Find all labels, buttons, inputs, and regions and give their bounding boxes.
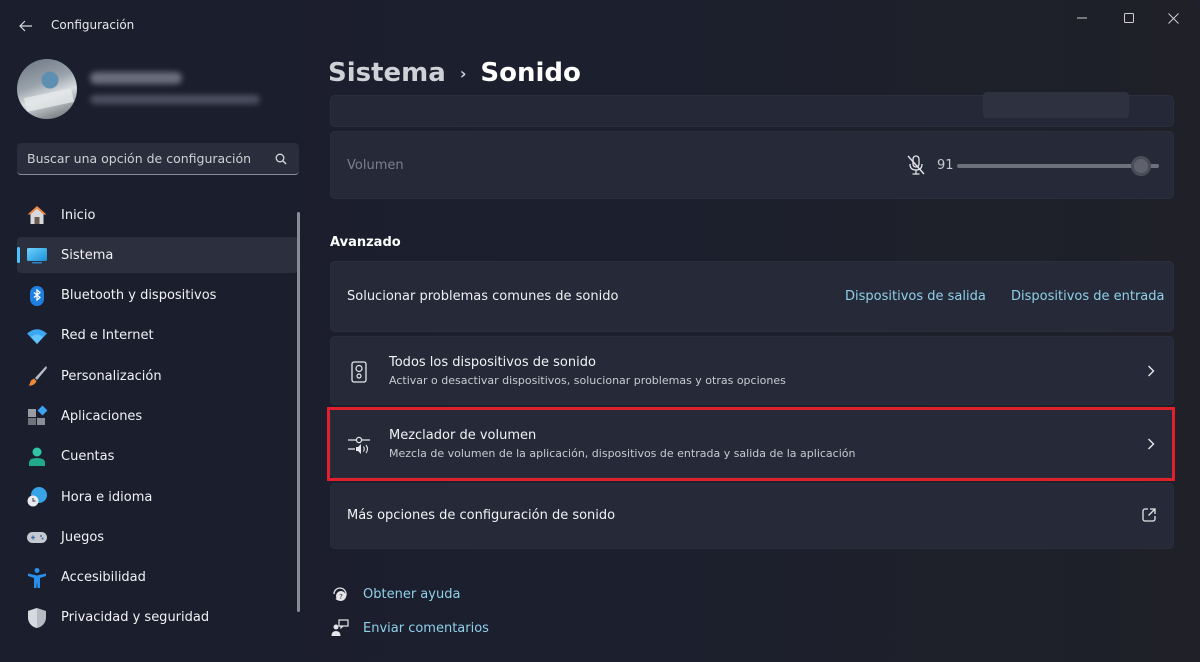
sidebar-item-label: Accesibilidad xyxy=(61,570,146,586)
display-icon xyxy=(25,243,49,267)
sidebar-item-cuentas[interactable]: Cuentas xyxy=(17,439,298,475)
troubleshoot-card: Solucionar problemas comunes de sonido D… xyxy=(330,261,1174,332)
volume-value: 91 xyxy=(937,158,954,173)
input-devices-link[interactable]: Dispositivos de entrada xyxy=(1011,289,1165,304)
sidebar-item-red[interactable]: Red e Internet xyxy=(17,318,298,354)
row-title: Mezclador de volumen xyxy=(389,428,537,443)
speaker-icon xyxy=(345,358,373,386)
sidebar-item-privacidad[interactable]: Privacidad y seguridad xyxy=(17,600,298,636)
mic-muted-icon[interactable] xyxy=(905,154,927,176)
help-icon: ? xyxy=(330,584,350,604)
output-device-card-clipped xyxy=(330,92,1174,127)
more-sound-settings-row[interactable]: Más opciones de configuración de sonido xyxy=(330,483,1174,549)
sidebar-item-label: Privacidad y seguridad xyxy=(61,610,210,626)
row-title: Todos los dispositivos de sonido xyxy=(389,355,596,370)
account-icon xyxy=(25,445,49,469)
row-subtitle: Mezcla de volumen de la aplicación, disp… xyxy=(389,447,856,460)
sidebar-item-label: Inicio xyxy=(61,207,96,223)
profile-email: mauro.unos.dd@hotmail.com xyxy=(90,95,260,104)
arrow-left-icon xyxy=(19,20,32,32)
minimize-button[interactable] xyxy=(1062,4,1102,32)
send-feedback-label[interactable]: Enviar comentarios xyxy=(363,621,489,636)
app-title: Configuración xyxy=(51,18,135,32)
sidebar-item-inicio[interactable]: Inicio xyxy=(17,197,298,233)
volume-card: Volumen 91 xyxy=(330,131,1174,199)
sidebar-item-hora[interactable]: Hora e idioma xyxy=(17,479,298,515)
more-sound-settings-label: Más opciones de configuración de sonido xyxy=(347,508,616,523)
breadcrumb-separator: › xyxy=(459,63,467,83)
sidebar-scrollbar[interactable] xyxy=(297,212,300,612)
search-icon[interactable] xyxy=(273,151,289,167)
time-language-icon xyxy=(25,485,49,509)
breadcrumb: Sistema › Sonido xyxy=(328,58,581,88)
volume-slider[interactable] xyxy=(957,156,1159,176)
maximize-icon xyxy=(1124,13,1134,23)
sidebar-item-label: Personalización xyxy=(61,368,162,384)
svg-text:?: ? xyxy=(339,593,343,601)
row-subtitle: Activar o desactivar dispositivos, soluc… xyxy=(389,374,786,387)
sidebar-item-label: Bluetooth y dispositivos xyxy=(61,288,217,304)
section-title-advanced: Avanzado xyxy=(330,235,401,250)
page-title: Sonido xyxy=(480,58,581,88)
search-input[interactable] xyxy=(27,151,273,166)
breadcrumb-parent[interactable]: Sistema xyxy=(328,58,446,88)
search-box[interactable] xyxy=(17,143,299,175)
title-bar: Configuración xyxy=(0,0,1200,48)
volume-slider-thumb[interactable] xyxy=(1130,156,1151,176)
sidebar-item-label: Red e Internet xyxy=(61,328,154,344)
sidebar-item-aplicaciones[interactable]: Aplicaciones xyxy=(17,398,298,434)
sidebar-nav: Inicio Sistema Bluetooth y dispositivos … xyxy=(17,197,298,640)
gamepad-icon xyxy=(25,525,49,549)
clipped-dropdown[interactable] xyxy=(983,92,1129,118)
accessibility-icon xyxy=(25,566,49,590)
sidebar-item-bluetooth[interactable]: Bluetooth y dispositivos xyxy=(17,278,298,314)
sidebar-item-label: Aplicaciones xyxy=(61,408,143,424)
wifi-icon xyxy=(25,324,49,348)
shield-icon xyxy=(25,606,49,630)
troubleshoot-label: Solucionar problemas comunes de sonido xyxy=(347,289,619,304)
brush-icon xyxy=(25,364,49,388)
settings-window: Configuración Mauro Minotoda mauro.unos.… xyxy=(0,0,1200,662)
feedback-icon xyxy=(330,618,350,638)
output-devices-link[interactable]: Dispositivos de salida xyxy=(845,289,986,304)
chevron-right-icon xyxy=(1143,363,1159,379)
sidebar-item-label: Hora e idioma xyxy=(61,489,153,505)
open-external-icon xyxy=(1141,507,1159,525)
sidebar-item-label: Cuentas xyxy=(61,449,115,465)
volume-mixer-row[interactable]: Mezclador de volumen Mezcla de volumen d… xyxy=(330,409,1174,478)
get-help-link[interactable]: ? Obtener ayuda xyxy=(330,584,460,604)
volume-label: Volumen xyxy=(347,158,404,173)
chevron-right-icon xyxy=(1143,436,1159,452)
home-icon xyxy=(25,203,49,227)
all-sound-devices-row[interactable]: Todos los dispositivos de sonido Activar… xyxy=(330,336,1174,405)
send-feedback-link[interactable]: Enviar comentarios xyxy=(330,618,489,638)
sidebar-item-sistema[interactable]: Sistema xyxy=(17,237,298,274)
bluetooth-icon xyxy=(25,284,49,308)
avatar[interactable] xyxy=(17,59,77,119)
close-icon xyxy=(1167,12,1179,24)
get-help-label[interactable]: Obtener ayuda xyxy=(363,587,460,602)
sidebar-item-accesibilidad[interactable]: Accesibilidad xyxy=(17,560,298,596)
sidebar-item-label: Sistema xyxy=(61,247,114,263)
maximize-button[interactable] xyxy=(1109,4,1149,32)
back-button[interactable] xyxy=(12,12,40,40)
sidebar-item-label: Juegos xyxy=(61,529,105,545)
sidebar-item-juegos[interactable]: Juegos xyxy=(17,519,298,555)
volume-mixer-icon xyxy=(345,431,373,459)
profile-name: Mauro Minotoda xyxy=(90,72,182,84)
sidebar-item-personalizacion[interactable]: Personalización xyxy=(17,358,298,394)
minimize-icon xyxy=(1077,17,1087,19)
apps-icon xyxy=(25,404,49,428)
close-button[interactable] xyxy=(1153,4,1193,32)
